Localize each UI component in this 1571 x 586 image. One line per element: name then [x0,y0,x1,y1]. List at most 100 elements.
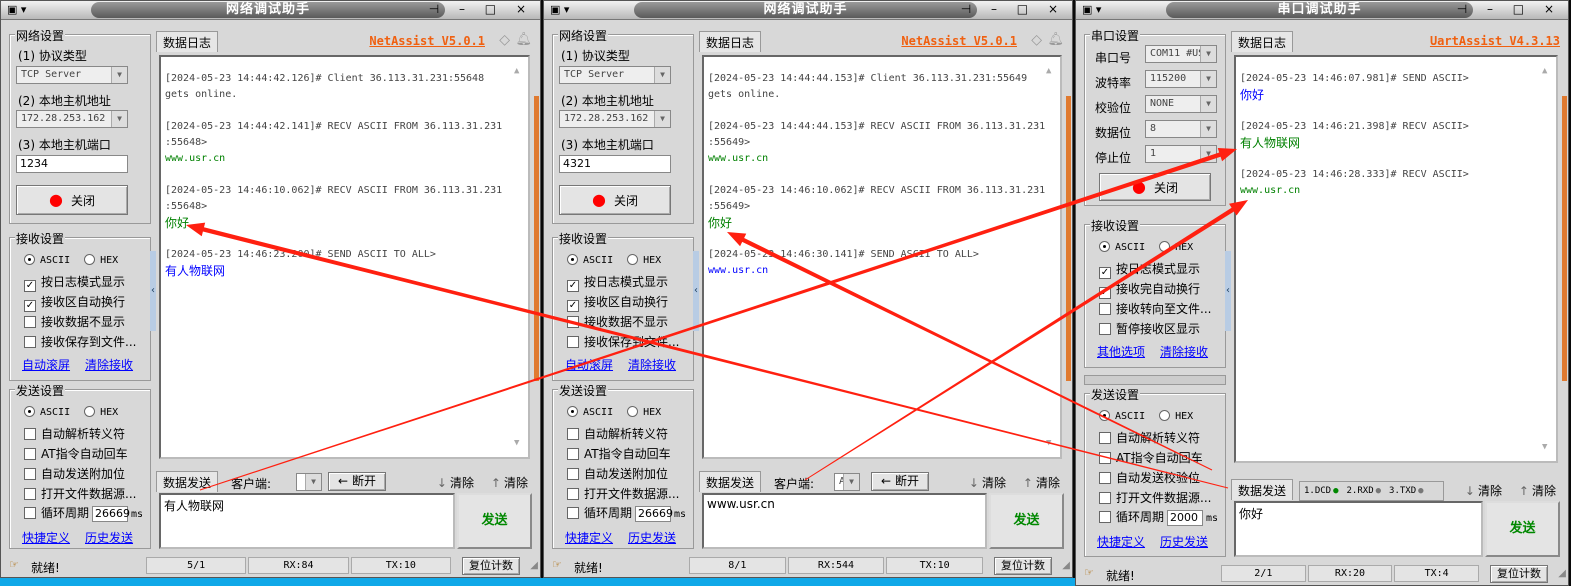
reset-count-button[interactable]: 复位计数 [994,557,1052,575]
receive-option-checkbox[interactable]: 接收转向至文件... [1099,302,1211,318]
tab-data-send[interactable]: 数据发送 [1231,479,1294,500]
toggle-connection-button[interactable]: ● 关闭 [559,185,671,215]
diamond-icon[interactable]: ◇ [1031,32,1042,48]
toggle-connection-button[interactable]: ● 关闭 [16,185,128,215]
checkbox[interactable]: ✓ [567,280,579,292]
clear-receive-button[interactable]: ↑ 清除 [1519,482,1556,499]
send-option-checkbox[interactable]: 打开文件数据源... [567,487,679,503]
port-input[interactable]: 1234 [16,155,128,173]
host-select[interactable]: 172.28.253.162 ▼ [16,110,128,128]
send-option-checkbox[interactable]: 自动发送附加位 [24,467,125,483]
radio-dot[interactable] [567,254,578,265]
checkbox[interactable] [567,468,579,480]
radio-dot[interactable] [24,254,35,265]
radio-hex[interactable]: HEX [627,254,661,266]
system-menu-icon[interactable]: ▣ ▾ [7,3,26,16]
loop-checkbox[interactable] [1099,511,1111,523]
title-bar[interactable]: ▣ ▾ 网络调试助手 ⊣ – □ × [1,1,540,20]
log-scrollbar[interactable]: ▲ ▼ [1542,63,1554,455]
version-link[interactable]: NetAssist V5.0.1 [901,34,1017,48]
loop-checkbox[interactable] [24,507,36,519]
radio-hex[interactable]: HEX [84,406,118,418]
version-link[interactable]: UartAssist V4.3.13 [1430,34,1560,48]
clear-send-button[interactable]: ↓ 清除 [1465,482,1502,499]
loop-period-input[interactable]: 26669 [92,506,130,522]
send-option-checkbox[interactable]: AT指令自动回车 [24,447,128,463]
send-option-checkbox[interactable]: 自动发送校验位 [1099,471,1200,487]
send-button[interactable]: 发送 [989,493,1064,549]
checkbox[interactable] [1099,472,1111,484]
send-option-checkbox[interactable]: AT指令自动回车 [567,447,671,463]
serial-select[interactable]: COM11 #US ▼ [1145,45,1217,63]
radio-dot[interactable] [1099,410,1110,421]
serial-select[interactable]: NONE ▼ [1145,95,1217,113]
send-option-checkbox[interactable]: 打开文件数据源... [24,487,136,503]
tab-data-log[interactable]: 数据日志 [1231,31,1294,52]
disconnect-button[interactable]: ← 断开 [328,472,386,491]
chevron-down-icon[interactable]: ▼ [654,111,670,127]
send-input[interactable]: 有人物联网 [159,493,455,549]
receive-option-checkbox[interactable]: 接收数据不显示 [24,315,125,331]
chevron-down-icon[interactable]: ▼ [305,474,321,490]
collapse-panel-handle[interactable]: ‹ [1225,251,1231,331]
clear-send-button[interactable]: ↓ 清除 [969,474,1006,491]
radio-ascii[interactable]: ASCII [24,406,70,418]
host-select[interactable]: 172.28.253.162 ▼ [559,110,671,128]
receive-option-checkbox[interactable]: 接收保存到文件... [567,335,679,351]
tab-data-log[interactable]: 数据日志 [699,31,762,52]
radio-dot[interactable] [567,406,578,417]
shortcut-define-link[interactable]: 快捷定义 [1097,533,1145,550]
port-input[interactable]: 4321 [559,155,671,173]
checkbox[interactable] [24,336,36,348]
receive-option-checkbox[interactable]: ✓ 按日志模式显示 [1099,262,1200,279]
radio-dot[interactable] [24,406,35,417]
radio-dot[interactable] [627,406,639,417]
scroll-down-icon[interactable]: ▼ [1542,439,1547,455]
checkbox[interactable]: ✓ [1099,267,1111,279]
collapse-panel-handle[interactable]: ‹ [693,251,699,331]
send-button[interactable]: 发送 [1485,501,1560,557]
radio-hex[interactable]: HEX [1159,241,1193,253]
chevron-down-icon[interactable]: ▼ [111,111,127,127]
window-controls[interactable]: ⊣ – □ × [429,2,534,16]
receive-option-checkbox[interactable]: 接收数据不显示 [567,315,668,331]
protocol-select[interactable]: TCP Server ▼ [16,66,128,84]
client-select[interactable]: A▼ [834,473,860,491]
receive-option-checkbox[interactable]: ✓ 接收完自动换行 [1099,282,1200,299]
send-option-checkbox[interactable]: 自动解析转义符 [1099,431,1200,447]
checkbox[interactable] [567,336,579,348]
chevron-down-icon[interactable]: ▼ [111,67,127,83]
checkbox[interactable] [567,316,579,328]
chevron-down-icon[interactable]: ▼ [1200,71,1216,87]
scroll-accent-bar[interactable] [1562,96,1567,381]
receive-option-checkbox[interactable]: 暂停接收区显示 [1099,322,1200,338]
radio-dot[interactable] [1099,241,1110,252]
chevron-down-icon[interactable]: ▼ [1200,96,1216,112]
checkbox[interactable] [1099,303,1111,315]
radio-ascii[interactable]: ASCII [567,254,613,266]
send-option-checkbox[interactable]: 自动解析转义符 [24,427,125,443]
checkbox[interactable] [1099,452,1111,464]
reset-count-button[interactable]: 复位计数 [1490,565,1548,583]
checkbox[interactable] [1099,323,1111,335]
serial-select[interactable]: 115200 ▼ [1145,70,1217,88]
bell-icon[interactable]: 🔔︎ [1047,32,1064,47]
tab-data-send[interactable]: 数据发送 [156,471,219,492]
checkbox[interactable] [24,316,36,328]
log-scrollbar[interactable]: ▲ ▼ [1046,63,1058,451]
data-log-area[interactable]: [2024-05-23 14:46:07.981]# SEND ASCII> 你好… [1234,55,1558,463]
tab-data-send[interactable]: 数据发送 [699,471,762,492]
toggle-port-button[interactable]: ● 关闭 [1099,173,1211,201]
system-menu-icon[interactable]: ▣ ▾ [1082,3,1101,16]
receive-link-1[interactable]: 其他选项 [1097,343,1145,360]
tab-data-log[interactable]: 数据日志 [156,31,219,52]
reset-count-button[interactable]: 复位计数 [462,557,520,575]
shortcut-define-link[interactable]: 快捷定义 [565,529,613,546]
clear-receive-link[interactable]: 清除接收 [1160,343,1208,360]
send-option-checkbox[interactable]: 自动发送附加位 [567,467,668,483]
checkbox[interactable] [24,488,36,500]
radio-dot[interactable] [84,254,96,265]
send-option-checkbox[interactable]: 自动解析转义符 [567,427,668,443]
radio-dot[interactable] [1159,241,1171,252]
receive-option-checkbox[interactable]: ✓ 接收区自动换行 [24,295,125,312]
